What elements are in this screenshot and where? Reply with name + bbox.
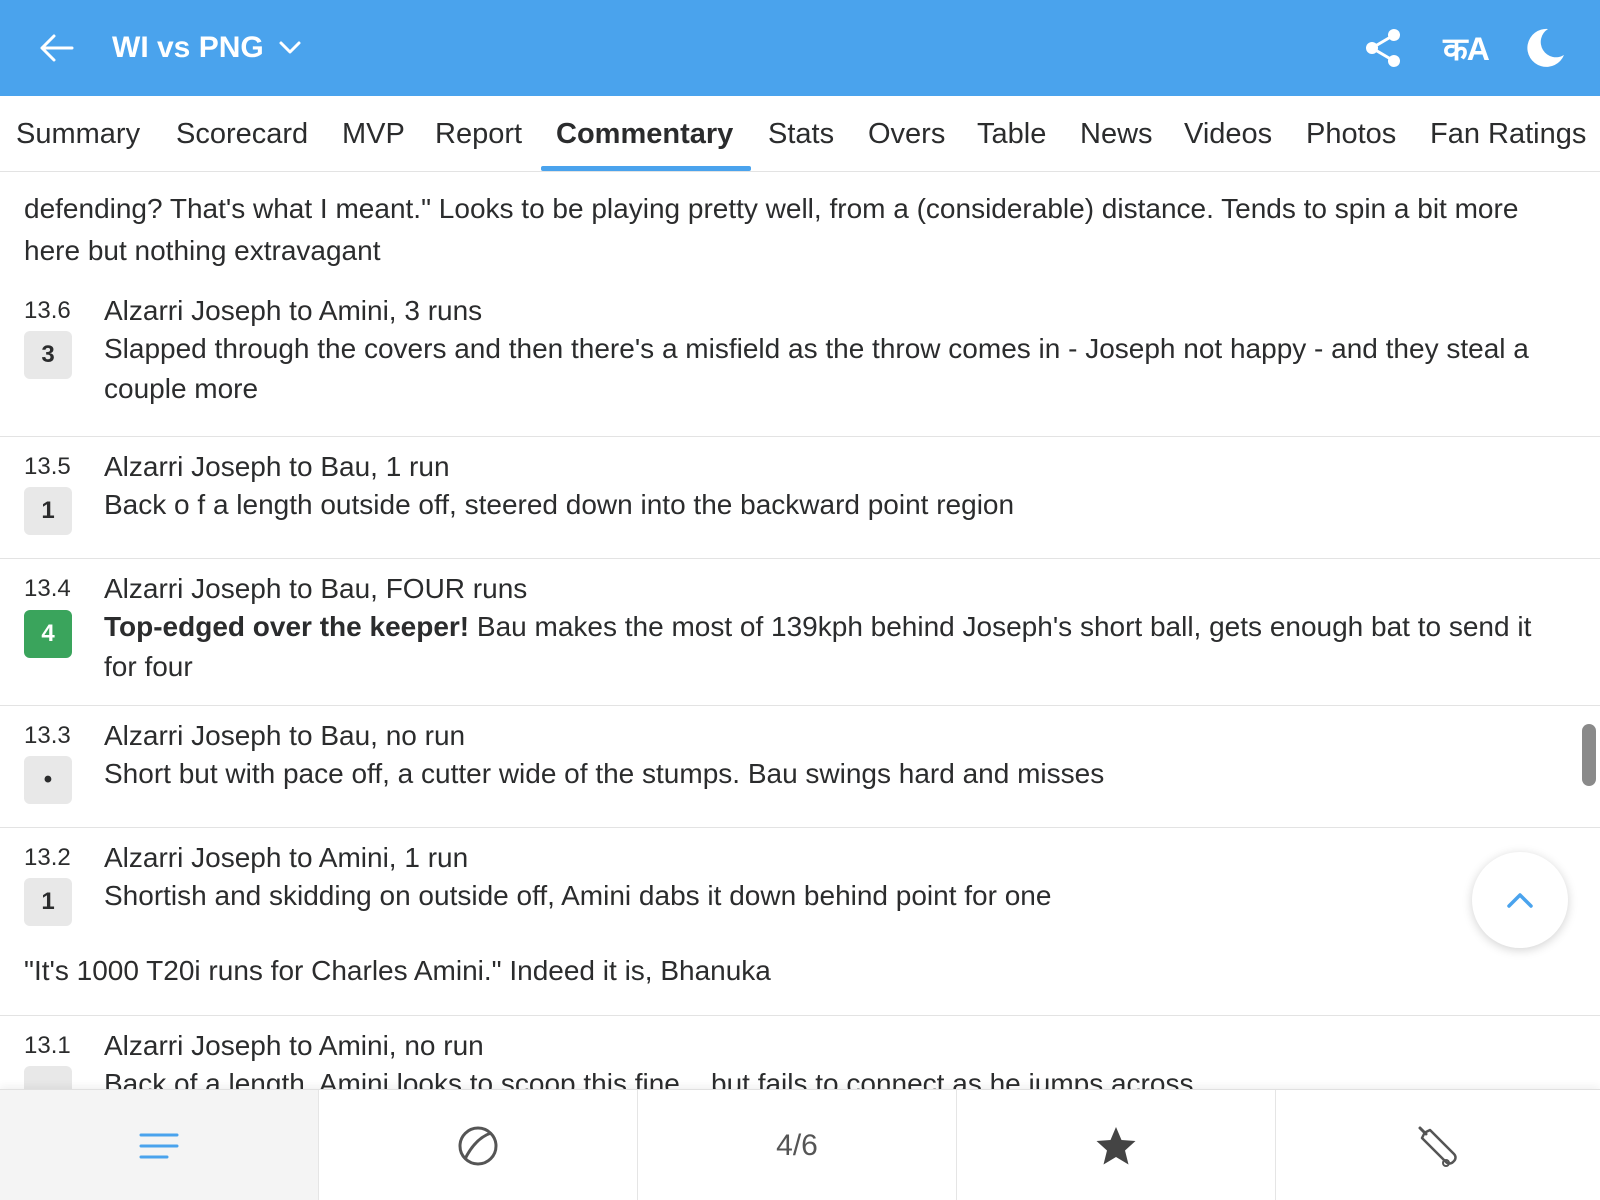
share-button[interactable] [1358, 22, 1408, 74]
bottom-nav: 4/6 [0, 1089, 1600, 1200]
language-button[interactable]: कA [1436, 22, 1496, 74]
match-selector[interactable]: WI vs PNG [112, 26, 302, 70]
match-tabs: Summary Scorecard MVP Report Commentary … [0, 96, 1600, 172]
ball-text-highlight: Top-edged over the keeper! [104, 611, 470, 642]
chevron-down-icon [279, 41, 301, 54]
tab-photos[interactable]: Photos [1306, 96, 1396, 172]
tab-report[interactable]: Report [435, 96, 522, 172]
bottom-nav-pager[interactable]: 4/6 [638, 1090, 957, 1200]
share-icon [1366, 29, 1400, 67]
runs-badge: 3 [24, 331, 72, 379]
ball-text: Back o f a length outside off, steered d… [104, 489, 1015, 520]
ball-text: Slapped through the covers and then ther… [104, 333, 1529, 404]
ball-text: Back of a length. Amini looks to scoop t… [104, 1068, 1194, 1089]
tab-overs[interactable]: Overs [868, 96, 945, 172]
runs-badge-four: 4 [24, 610, 72, 658]
runs-badge-dot: • [24, 756, 72, 804]
ball-text: Shortish and skidding on outside off, Am… [104, 880, 1052, 911]
tab-scorecard[interactable]: Scorecard [176, 96, 308, 172]
ball-item: 13.1 Alzarri Joseph to Amini, no run Bac… [0, 1016, 1600, 1089]
active-tab-indicator [541, 166, 751, 171]
bottom-nav-favourite[interactable] [957, 1090, 1276, 1200]
ball-item: 13.2 1 Alzarri Joseph to Amini, 1 run Sh… [0, 828, 1600, 948]
ball-headline: Alzarri Joseph to Amini, 3 runs [104, 295, 483, 326]
over-number: 13.5 [24, 453, 71, 480]
commentary-note: "It's 1000 T20i runs for Charles Amini."… [24, 955, 771, 986]
runs-badge: 1 [24, 487, 72, 535]
tab-summary[interactable]: Summary [16, 96, 140, 172]
tab-mvp[interactable]: MVP [342, 96, 405, 172]
tab-news[interactable]: News [1080, 96, 1153, 172]
tab-commentary[interactable]: Commentary [556, 96, 733, 172]
over-number: 13.1 [24, 1032, 71, 1059]
star-icon [1096, 1126, 1136, 1164]
bottom-nav-commentary[interactable] [0, 1090, 319, 1200]
tab-table[interactable]: Table [977, 96, 1046, 172]
ball-item: 13.5 1 Alzarri Joseph to Bau, 1 run Back… [0, 437, 1600, 559]
ball-item: 13.3 • Alzarri Joseph to Bau, no run Sho… [0, 706, 1600, 828]
tab-fan-ratings[interactable]: Fan Ratings [1430, 96, 1586, 172]
ball-headline: Alzarri Joseph to Bau, FOUR runs [104, 573, 528, 604]
over-number: 13.4 [24, 575, 71, 602]
ball-item: 13.6 3 Alzarri Joseph to Amini, 3 runs S… [0, 289, 1600, 437]
tab-videos[interactable]: Videos [1184, 96, 1272, 172]
ball-headline: Alzarri Joseph to Bau, 1 run [104, 451, 450, 482]
runs-badge [24, 1066, 72, 1089]
back-button[interactable] [36, 26, 76, 70]
ball-item: 13.4 4 Alzarri Joseph to Bau, FOUR runs … [0, 559, 1600, 706]
over-number: 13.3 [24, 722, 71, 749]
scrollbar-thumb[interactable] [1582, 724, 1596, 786]
runs-badge: 1 [24, 878, 72, 926]
ball-headline: Alzarri Joseph to Bau, no run [104, 720, 466, 751]
ball-headline: Alzarri Joseph to Amini, no run [104, 1030, 484, 1061]
over-number: 13.6 [24, 297, 71, 324]
language-label: कA [1443, 30, 1490, 67]
page-indicator: 4/6 [776, 1128, 818, 1162]
moon-icon [1527, 28, 1564, 67]
commentary-note: defending? That's what I meant." Looks t… [24, 193, 1519, 266]
over-number: 13.2 [24, 844, 71, 871]
app-bar: WI vs PNG कA [0, 0, 1600, 96]
ball-headline: Alzarri Joseph to Amini, 1 run [104, 842, 469, 873]
ball-text: Short but with pace off, a cutter wide o… [104, 758, 1105, 789]
commentary-note-item: "It's 1000 T20i runs for Charles Amini."… [0, 948, 1600, 1016]
chevron-up-icon [1507, 893, 1533, 908]
ball-icon [458, 1126, 498, 1165]
commentary-feed[interactable]: defending? That's what I meant." Looks t… [0, 172, 1600, 1089]
ball-text: Top-edged over the keeper! Bau makes the… [104, 607, 1564, 687]
bottom-nav-live[interactable] [319, 1090, 638, 1200]
match-title: WI vs PNG [112, 31, 264, 64]
bottom-nav-batting[interactable] [1276, 1090, 1600, 1200]
scroll-to-top-button[interactable] [1472, 852, 1568, 948]
dark-mode-toggle[interactable] [1520, 22, 1570, 74]
cricket-bat-icon [1418, 1126, 1457, 1167]
arrow-left-icon [40, 34, 74, 62]
tab-stats[interactable]: Stats [768, 96, 834, 172]
menu-lines-icon [139, 1133, 179, 1158]
